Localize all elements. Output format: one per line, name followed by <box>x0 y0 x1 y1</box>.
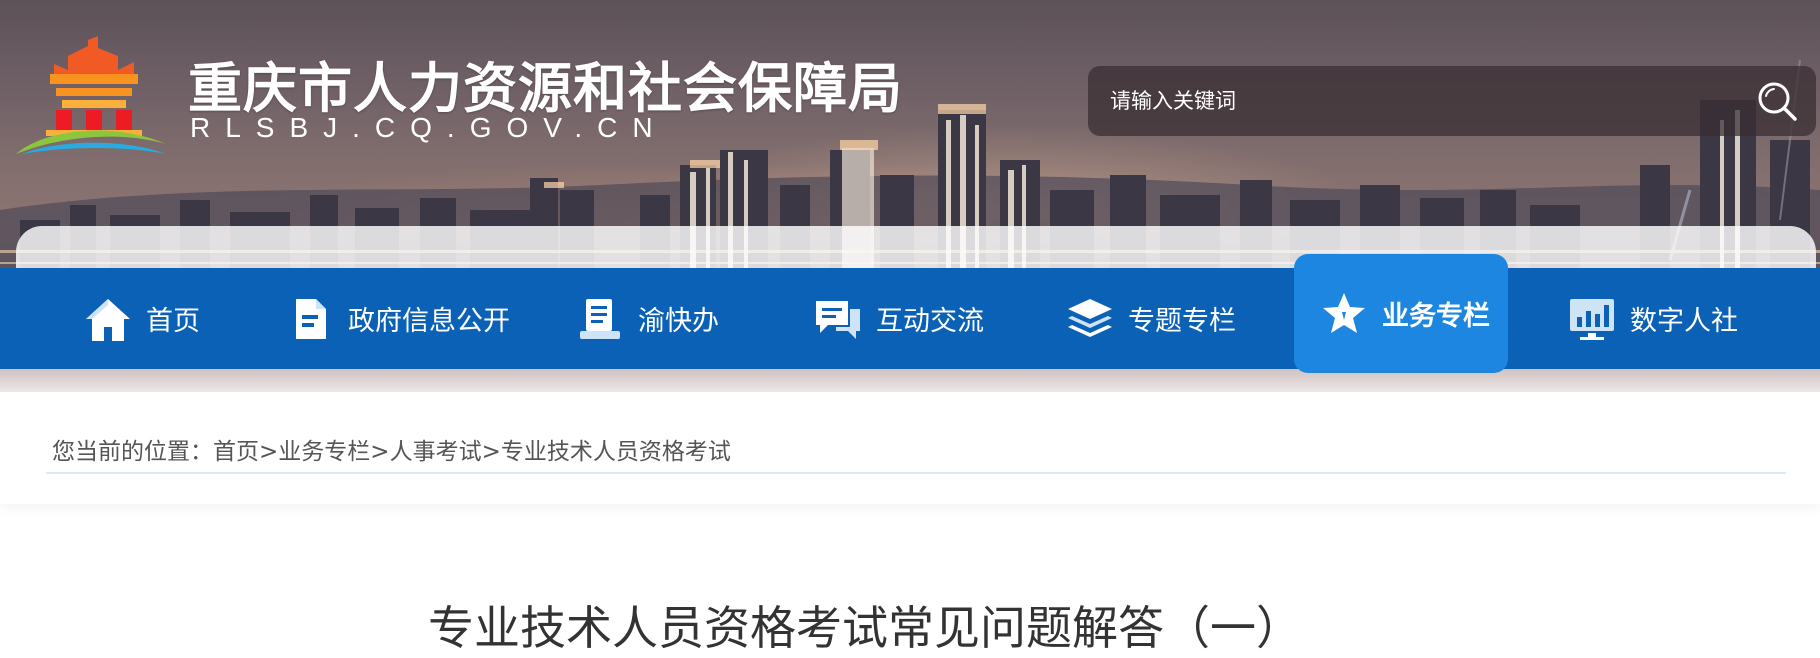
nav-item-interaction[interactable]: 互动交流 <box>814 268 984 369</box>
nav-item-government-info[interactable]: 政府信息公开 <box>286 268 510 369</box>
breadcrumb-item-personnel-exam[interactable]: 人事考试 <box>390 439 482 465</box>
breadcrumb-prefix: 您当前的位置： <box>52 439 213 465</box>
nav-item-business[interactable]: 业务专栏 <box>1294 254 1508 373</box>
breadcrumb-divider <box>46 472 1786 474</box>
nav-item-yukuaiban[interactable]: 渝快办 <box>576 268 719 369</box>
nav-bottom-strip <box>0 369 1820 392</box>
nav-item-label: 专题专栏 <box>1128 306 1236 337</box>
layers-icon <box>1068 298 1112 337</box>
nav-item-home[interactable]: 首页 <box>84 268 200 369</box>
search-input[interactable] <box>1110 66 1730 136</box>
site-domain: RLSBJ.CQ.GOV.CN <box>190 112 668 143</box>
nav-item-special-topics[interactable]: 专题专栏 <box>1066 268 1236 369</box>
monitor-chart-icon <box>1570 298 1614 340</box>
star-icon <box>1323 292 1365 333</box>
breadcrumb-separator: > <box>481 439 501 465</box>
nav-item-label: 互动交流 <box>876 306 984 337</box>
breadcrumb-item-professional-exam[interactable]: 专业技术人员资格考试 <box>501 439 731 465</box>
article-title: 专业技术人员资格考试常见问题解答（一） <box>428 601 1302 655</box>
nav-item-label: 渝快办 <box>638 306 719 337</box>
clipboard-icon <box>580 298 620 339</box>
nav-item-label: 业务专栏 <box>1382 301 1490 332</box>
site-logo[interactable] <box>16 36 168 154</box>
breadcrumb-item-business[interactable]: 业务专栏 <box>278 439 370 465</box>
breadcrumb-separator: > <box>370 439 390 465</box>
nav-item-label: 数字人社 <box>1630 306 1738 337</box>
nav-item-label: 首页 <box>146 306 200 337</box>
chat-icon <box>816 300 860 339</box>
breadcrumb-item-home[interactable]: 首页 <box>213 439 259 465</box>
home-icon <box>86 298 130 341</box>
breadcrumb: 您当前的位置：首页>业务专栏>人事考试>专业技术人员资格考试 <box>52 432 731 466</box>
breadcrumb-section: 您当前的位置：首页>业务专栏>人事考试>专业技术人员资格考试 <box>0 392 1820 504</box>
document-icon <box>296 298 326 339</box>
nav-item-digital-hrss[interactable]: 数字人社 <box>1568 268 1738 369</box>
nav-item-label: 政府信息公开 <box>348 306 510 337</box>
breadcrumb-separator: > <box>259 439 279 465</box>
search-box <box>1088 66 1816 136</box>
search-icon[interactable] <box>1756 80 1798 122</box>
